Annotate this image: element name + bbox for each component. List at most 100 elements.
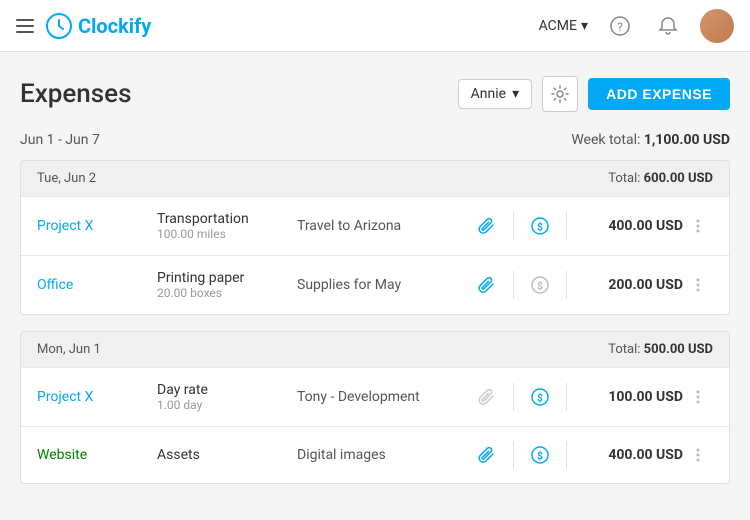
paperclip-icon — [478, 217, 496, 235]
group-total: Total: 500.00 USD — [608, 342, 713, 357]
svg-text:$: $ — [537, 221, 543, 234]
clockify-logo-icon — [46, 13, 72, 39]
header-controls: Annie ▾ ADD EXPENSE — [458, 76, 730, 112]
group-header-tue-jun-2: Tue, Jun 2 Total: 600.00 USD — [21, 161, 729, 196]
dots-menu-icon — [689, 217, 707, 235]
expense-group-mon-jun-1: Mon, Jun 1 Total: 500.00 USD Project X D… — [20, 331, 730, 484]
category-name: Printing paper — [157, 270, 297, 286]
dots-menu-icon — [689, 446, 707, 464]
group-date: Tue, Jun 2 — [37, 171, 96, 186]
expense-row: Project X Transportation 100.00 miles Tr… — [21, 196, 729, 255]
attachment-indicator[interactable] — [467, 276, 507, 294]
main-content: Expenses Annie ▾ ADD EXPENSE Jun 1 - Jun… — [0, 52, 750, 520]
dots-menu-icon — [689, 388, 707, 406]
group-date: Mon, Jun 1 — [37, 342, 101, 357]
dots-menu-icon — [689, 276, 707, 294]
column-divider — [566, 441, 567, 469]
dollar-icon: $ — [531, 388, 549, 406]
user-select-chevron-icon: ▾ — [512, 86, 519, 102]
expense-category: Transportation 100.00 miles — [157, 211, 297, 241]
expense-groups: Tue, Jun 2 Total: 600.00 USD Project X T… — [20, 160, 730, 484]
settings-button[interactable] — [542, 76, 578, 112]
expense-notes: Digital images — [297, 447, 467, 463]
category-sub: 1.00 day — [157, 398, 297, 412]
gear-icon — [551, 85, 569, 103]
help-icon: ? — [610, 16, 630, 36]
expense-project: Office — [37, 277, 157, 293]
expense-row: Website Assets Digital images $ 400.00 U… — [21, 426, 729, 483]
category-sub: 20.00 boxes — [157, 286, 297, 300]
hamburger-menu[interactable] — [16, 19, 34, 33]
group-total: Total: 600.00 USD — [608, 171, 713, 186]
expense-category: Assets — [157, 447, 297, 463]
svg-text:$: $ — [537, 450, 543, 463]
week-total-label: Week total: — [571, 132, 640, 148]
top-navigation: Clockify ACME ▾ ? — [0, 0, 750, 52]
group-header-mon-jun-1: Mon, Jun 1 Total: 500.00 USD — [21, 332, 729, 367]
row-menu-button[interactable] — [683, 446, 713, 464]
user-filter-select[interactable]: Annie ▾ — [458, 79, 532, 109]
column-divider — [566, 271, 567, 299]
attachment-indicator[interactable] — [467, 446, 507, 464]
expense-notes: Supplies for May — [297, 277, 467, 293]
billable-indicator[interactable]: $ — [520, 217, 560, 235]
paperclip-icon — [478, 388, 496, 406]
page-header: Expenses Annie ▾ ADD EXPENSE — [20, 76, 730, 112]
column-divider — [513, 271, 514, 299]
expense-amount: 400.00 USD — [573, 447, 683, 463]
date-range-row: Jun 1 - Jun 7 Week total: 1,100.00 USD — [20, 132, 730, 148]
expense-project: Project X — [37, 218, 157, 234]
dollar-icon: $ — [531, 446, 549, 464]
notifications-button[interactable] — [652, 10, 684, 42]
category-name: Day rate — [157, 382, 297, 398]
category-sub: 100.00 miles — [157, 227, 297, 241]
expense-notes: Travel to Arizona — [297, 218, 467, 234]
workspace-selector[interactable]: ACME ▾ — [539, 18, 588, 34]
date-range-label: Jun 1 - Jun 7 — [20, 132, 100, 148]
row-menu-button[interactable] — [683, 217, 713, 235]
logo: Clockify — [46, 13, 527, 39]
logo-text: Clockify — [78, 14, 151, 38]
workspace-name: ACME — [539, 18, 577, 34]
svg-text:$: $ — [537, 392, 543, 405]
column-divider — [566, 383, 567, 411]
expense-group-tue-jun-2: Tue, Jun 2 Total: 600.00 USD Project X T… — [20, 160, 730, 315]
row-menu-button[interactable] — [683, 388, 713, 406]
page-title: Expenses — [20, 79, 131, 109]
user-avatar[interactable] — [700, 9, 734, 43]
svg-text:$: $ — [537, 280, 543, 293]
expense-category: Printing paper 20.00 boxes — [157, 270, 297, 300]
category-name: Assets — [157, 447, 297, 463]
column-divider — [513, 212, 514, 240]
expense-project: Project X — [37, 389, 157, 405]
expense-amount: 200.00 USD — [573, 277, 683, 293]
row-menu-button[interactable] — [683, 276, 713, 294]
workspace-chevron-icon: ▾ — [581, 18, 588, 34]
topnav-right: ACME ▾ ? — [539, 9, 734, 43]
help-button[interactable]: ? — [604, 10, 636, 42]
expense-row: Office Printing paper 20.00 boxes Suppli… — [21, 255, 729, 314]
column-divider — [566, 212, 567, 240]
expense-row: Project X Day rate 1.00 day Tony - Devel… — [21, 367, 729, 426]
expense-notes: Tony - Development — [297, 389, 467, 405]
expense-amount: 400.00 USD — [573, 218, 683, 234]
week-total-value: 1,100.00 USD — [644, 132, 730, 148]
billable-indicator[interactable]: $ — [520, 446, 560, 464]
week-total: Week total: 1,100.00 USD — [571, 132, 730, 148]
attachment-indicator[interactable] — [467, 217, 507, 235]
billable-indicator[interactable]: $ — [520, 388, 560, 406]
column-divider — [513, 441, 514, 469]
dollar-icon: $ — [531, 276, 549, 294]
attachment-indicator[interactable] — [467, 388, 507, 406]
category-name: Transportation — [157, 211, 297, 227]
paperclip-icon — [478, 446, 496, 464]
expense-amount: 100.00 USD — [573, 389, 683, 405]
bell-icon — [658, 16, 678, 36]
dollar-icon: $ — [531, 217, 549, 235]
group-total-value: 600.00 USD — [644, 171, 713, 186]
expense-project: Website — [37, 447, 157, 463]
expense-category: Day rate 1.00 day — [157, 382, 297, 412]
add-expense-button[interactable]: ADD EXPENSE — [588, 78, 730, 110]
billable-indicator[interactable]: $ — [520, 276, 560, 294]
group-total-value: 500.00 USD — [644, 342, 713, 357]
